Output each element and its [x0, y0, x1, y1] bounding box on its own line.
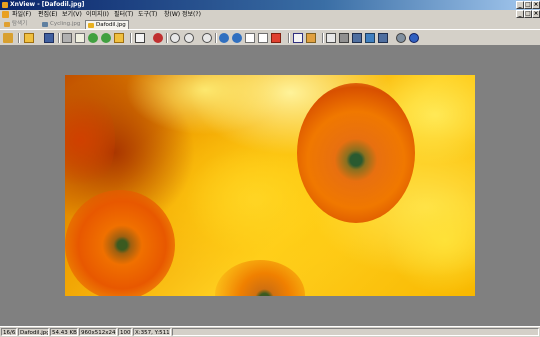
tab-cycling[interactable]: Cycling.jpg [40, 20, 84, 29]
menu-image[interactable]: 이미지(I) [86, 10, 109, 19]
slideshow-icon[interactable] [114, 33, 124, 43]
screen-icon[interactable] [378, 33, 388, 43]
app-icon [2, 2, 8, 8]
tab-browser[interactable]: 탐색기 [2, 20, 38, 29]
rotate-right-icon[interactable] [101, 33, 111, 43]
status-index: 16/65 [1, 328, 17, 336]
title-bar: XnView - [Dafodil.jpg] _ □ × [0, 0, 540, 10]
menu-file[interactable]: 파일(F) [12, 10, 31, 19]
tab-bar: 탐색기 Cycling.jpg Dafodil.jpg [0, 19, 540, 29]
rotate-left-icon[interactable] [88, 33, 98, 43]
maximize-button[interactable]: □ [524, 1, 532, 9]
window-title: XnView - [Dafodil.jpg] [10, 1, 85, 8]
status-empty [172, 328, 539, 336]
paint-icon[interactable] [271, 33, 281, 43]
close-button[interactable]: × [532, 1, 540, 9]
email-icon[interactable] [326, 33, 336, 43]
doc-minimize-button[interactable]: _ [516, 10, 524, 18]
status-filename: Dafodil.jpg [18, 328, 49, 336]
next-icon[interactable] [232, 33, 242, 43]
copy-icon[interactable] [245, 33, 255, 43]
menu-tools[interactable]: 도구(T) [138, 10, 157, 19]
toolbar [0, 29, 540, 46]
tab-label: 탐색기 [12, 21, 28, 27]
minimize-button[interactable]: _ [516, 1, 524, 9]
wallpaper-icon[interactable] [365, 33, 375, 43]
info-icon[interactable] [409, 33, 419, 43]
daffodil-image [65, 75, 475, 296]
open-folder-icon[interactable] [24, 33, 34, 43]
browser-icon[interactable] [3, 33, 13, 43]
print-preview-icon[interactable] [62, 33, 72, 43]
menu-view[interactable]: 보기(V) [62, 10, 82, 19]
menu-filter[interactable]: 필터(T) [114, 10, 133, 19]
folder-icon [4, 22, 10, 27]
status-dimensions: 960x512x24, 1.87 [79, 328, 117, 336]
prev-icon[interactable] [219, 33, 229, 43]
resize-icon[interactable] [293, 33, 303, 43]
status-cursor: X:357, Y:511 [133, 328, 171, 336]
doc-close-button[interactable]: × [532, 10, 540, 18]
status-bar: 16/65 Dafodil.jpg 54.43 KB 960x512x24, 1… [0, 326, 540, 337]
settings-icon[interactable] [396, 33, 406, 43]
menu-window[interactable]: 창(W) [164, 10, 180, 19]
properties-icon[interactable] [75, 33, 85, 43]
menu-bar: 파일(F) 편집(E) 보기(V) 이미지(I) 필터(T) 도구(T) 창(W… [0, 10, 540, 19]
tab-label: Dafodil.jpg [96, 22, 126, 28]
status-filesize: 54.43 KB [50, 328, 78, 336]
app-menu-icon[interactable] [2, 11, 9, 18]
tab-dafodil[interactable]: Dafodil.jpg [85, 20, 129, 29]
menu-help[interactable]: 정보(?) [182, 10, 201, 19]
zoom-fit-icon[interactable] [184, 33, 194, 43]
print-icon[interactable] [339, 33, 349, 43]
status-zoom: 100% [118, 328, 132, 336]
zoom-out-icon[interactable] [202, 33, 212, 43]
image-icon [42, 22, 48, 27]
paste-icon[interactable] [258, 33, 268, 43]
image-viewer[interactable] [0, 46, 540, 326]
scanner-icon[interactable] [352, 33, 362, 43]
tab-label: Cycling.jpg [50, 21, 81, 27]
zoom-in-icon[interactable] [170, 33, 180, 43]
effects-icon[interactable] [153, 33, 163, 43]
doc-restore-button[interactable]: □ [524, 10, 532, 18]
menu-edit[interactable]: 편집(E) [38, 10, 58, 19]
edit-icon[interactable] [306, 33, 316, 43]
fullscreen-icon[interactable] [135, 33, 145, 43]
save-icon[interactable] [44, 33, 54, 43]
image-icon [88, 23, 94, 28]
